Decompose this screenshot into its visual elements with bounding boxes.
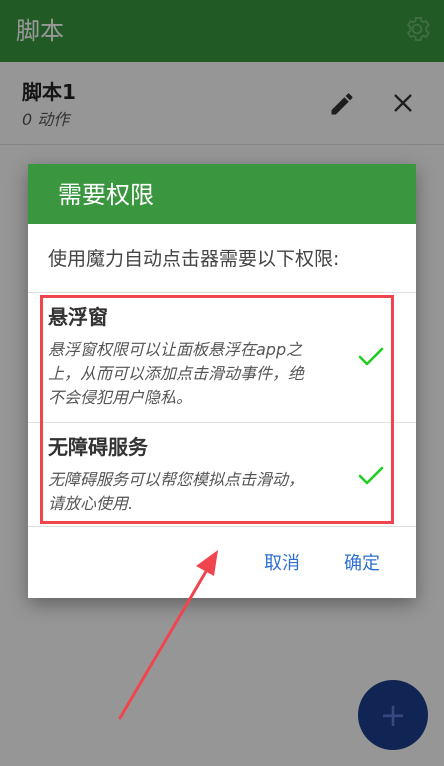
app-screen: 脚本 脚本1 0 动作 + 需要权限 使用魔力自动点击器需要以下权限: 悬浮窗 … [0, 0, 444, 766]
annotation-highlight-box [40, 295, 394, 524]
divider [28, 292, 416, 293]
dialog-title: 需要权限 [58, 181, 154, 209]
divider [28, 526, 416, 527]
cancel-button[interactable]: 取消 [264, 552, 300, 576]
dialog-header: 需要权限 [28, 164, 416, 224]
dialog-description: 使用魔力自动点击器需要以下权限: [48, 248, 340, 270]
ok-button[interactable]: 确定 [344, 552, 380, 576]
